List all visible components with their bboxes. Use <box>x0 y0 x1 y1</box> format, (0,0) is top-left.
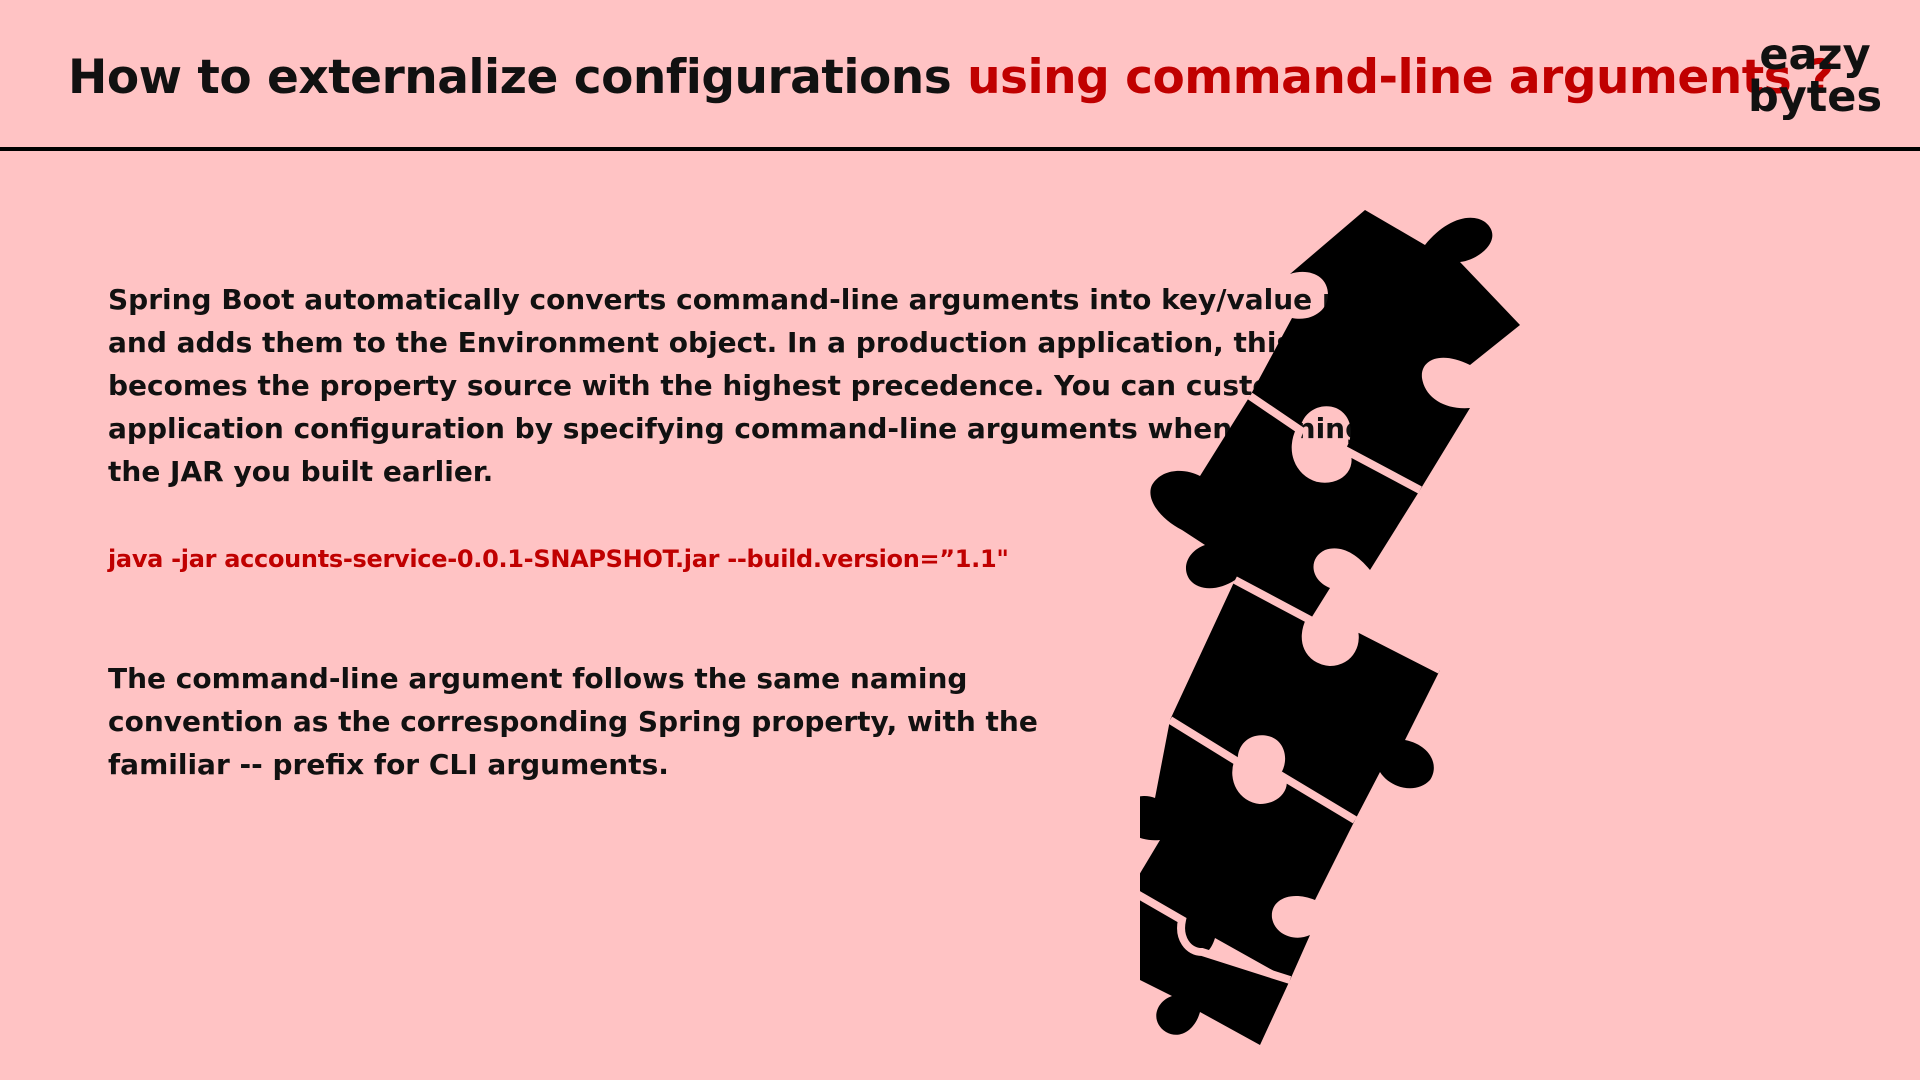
slide-title: How to externalize configurations using … <box>68 50 1834 105</box>
logo-line-1: eazy <box>1759 30 1871 80</box>
header-divider <box>0 147 1920 151</box>
title-main: How to externalize configurations <box>68 50 968 105</box>
slide-header: How to externalize configurations using … <box>0 0 1920 148</box>
naming-convention-paragraph: The command-line argument follows the sa… <box>108 662 1038 781</box>
puzzle-chain <box>1140 210 1520 1045</box>
puzzle-pieces-icon <box>1140 210 1520 1045</box>
title-highlight: using command-line arguments ? <box>967 50 1834 105</box>
eazybytes-logo: eazy bytes <box>1740 30 1890 122</box>
logo-line-2: bytes <box>1747 72 1883 122</box>
